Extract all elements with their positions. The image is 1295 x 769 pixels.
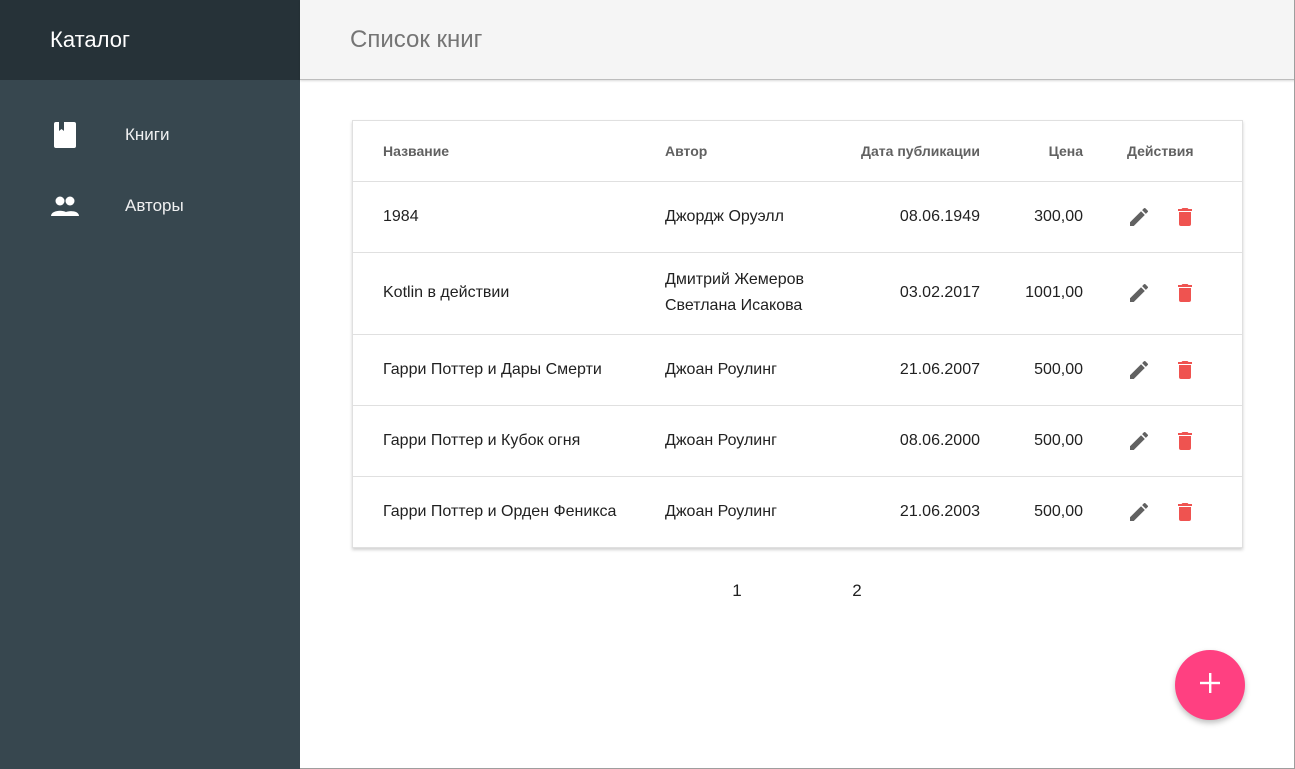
trash-icon[interactable] (1173, 500, 1197, 524)
book-author: Джоан Роулинг (665, 334, 845, 406)
sidebar: Каталог Книги Авторы (0, 0, 300, 769)
pencil-icon[interactable] (1127, 358, 1151, 382)
book-date: 08.06.2000 (845, 405, 980, 477)
table-header-row: Название Автор Дата публикации Цена Дейс… (353, 121, 1242, 182)
table-row: Гарри Поттер и Дары Смерти Джоан Роулинг… (353, 334, 1242, 406)
trash-icon[interactable] (1173, 429, 1197, 453)
author-name: Дмитрий Жемеров (665, 271, 804, 288)
book-author: Джордж Оруэлл (665, 181, 845, 253)
page-title: Список книг (350, 25, 483, 53)
sidebar-item-books[interactable]: Книги (0, 110, 300, 160)
row-actions (1083, 181, 1242, 253)
author-name: Светлана Исакова (665, 297, 803, 314)
table-row: Kotlin в действии Дмитрий Жемеров Светла… (353, 252, 1242, 335)
sidebar-item-authors[interactable]: Авторы (0, 181, 300, 231)
row-actions (1083, 405, 1242, 477)
plus-icon (1199, 672, 1221, 699)
book-price: 500,00 (1034, 502, 1083, 520)
sidebar-item-label: Книги (125, 125, 170, 144)
row-actions (1083, 252, 1242, 335)
book-date: 21.06.2007 (845, 334, 980, 406)
pencil-icon[interactable] (1127, 429, 1151, 453)
book-price: 500,00 (980, 334, 1083, 406)
book-title: Гарри Поттер и Кубок огня (353, 405, 665, 477)
book-author: Дмитрий Жемеров Светлана Исакова (665, 252, 845, 335)
books-table-card: Название Автор Дата публикации Цена Дейс… (352, 120, 1243, 548)
column-header-actions: Действия (1083, 121, 1242, 182)
app-title: Каталог (50, 27, 130, 52)
sidebar-item-label: Авторы (125, 196, 184, 215)
book-icon (50, 120, 80, 150)
pencil-icon[interactable] (1127, 500, 1151, 524)
app-root: Каталог Книги Авторы Список книг Названи… (0, 0, 1295, 769)
book-title: Гарри Поттер и Орден Феникса (383, 502, 617, 520)
trash-icon[interactable] (1173, 358, 1197, 382)
book-price: 300,00 (980, 181, 1083, 253)
author-name: Джоан Роулинг (665, 502, 777, 520)
book-price: 500,00 (980, 405, 1083, 477)
book-date: 03.02.2017 (845, 252, 980, 335)
book-date: 08.06.1949 (845, 181, 980, 253)
book-date: 21.06.2003 (899, 502, 980, 520)
book-title: Kotlin в действии (353, 252, 665, 335)
trash-icon[interactable] (1173, 205, 1197, 229)
book-price: 1001,00 (980, 252, 1083, 335)
column-header-title: Название (353, 121, 665, 182)
author-name: Джоан Роулинг (665, 431, 777, 449)
table-row: Гарри Поттер и Орден Феникса Джоан Роули… (353, 476, 1242, 547)
pagination-page-1[interactable]: 1 (722, 578, 752, 604)
column-header-author: Автор (665, 121, 845, 182)
book-author: Джоан Роулинг (665, 405, 845, 477)
add-book-button[interactable] (1175, 650, 1245, 720)
books-table: Название Автор Дата публикации Цена Дейс… (353, 121, 1242, 547)
book-title: Гарри Поттер и Дары Смерти (353, 334, 665, 406)
row-actions (1083, 334, 1242, 406)
people-icon (50, 191, 80, 221)
row-actions (1083, 476, 1242, 547)
column-header-date: Дата публикации (845, 121, 980, 182)
book-title: 1984 (353, 181, 665, 253)
topbar: Список книг (300, 0, 1295, 80)
pencil-icon[interactable] (1127, 281, 1151, 305)
book-author: Джоан Роулинг (665, 476, 845, 547)
pencil-icon[interactable] (1127, 205, 1151, 229)
trash-icon[interactable] (1173, 281, 1197, 305)
author-name: Джордж Оруэлл (665, 207, 784, 225)
column-header-price: Цена (980, 121, 1083, 182)
author-name: Джоан Роулинг (665, 360, 777, 378)
table-row: Гарри Поттер и Кубок огня Джоан Роулинг … (353, 405, 1242, 477)
table-row: 1984 Джордж Оруэлл 08.06.1949 300,00 (353, 181, 1242, 253)
pagination-page-2[interactable]: 2 (842, 578, 872, 604)
sidebar-header: Каталог (0, 0, 300, 80)
